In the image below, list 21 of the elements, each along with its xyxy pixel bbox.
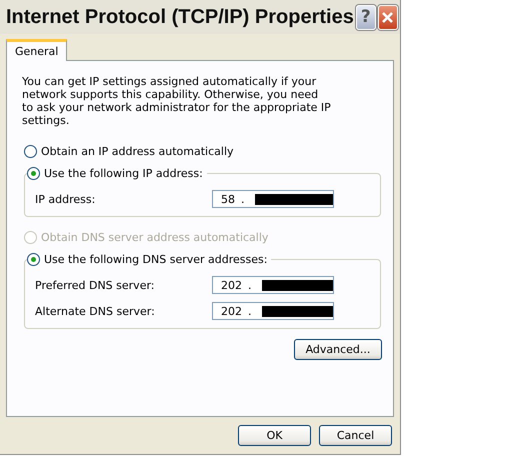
window-title: Internet Protocol (TCP/IP) Properties xyxy=(6,6,354,28)
ip-address-field[interactable]: 202 . xyxy=(212,302,334,320)
ip-address-field[interactable]: 58 . xyxy=(212,190,334,208)
octet-separator: . xyxy=(241,192,244,206)
field-label: Alternate DNS server: xyxy=(35,304,156,318)
advanced-button[interactable]: Advanced... xyxy=(294,339,382,360)
ip-address-field[interactable]: 202 . xyxy=(212,276,334,294)
octet: 58 xyxy=(221,192,235,206)
octet-separator: . xyxy=(248,278,252,292)
octet-separator: . xyxy=(248,304,252,318)
octet: 202 xyxy=(221,304,242,318)
tab[interactable]: General xyxy=(6,39,68,61)
intro-text: You can get IP settings assigned automatically if your network supports this capability. Otherwise, you need to ask your network administrator for the appropriate IP settings. xyxy=(22,75,332,127)
ok-button[interactable]: OK xyxy=(238,425,311,446)
field-label: IP address: xyxy=(35,192,96,206)
octet: 202 xyxy=(221,278,242,292)
close-icon xyxy=(381,10,394,24)
help-button[interactable]: ? xyxy=(356,4,376,30)
field-label: Preferred DNS server: xyxy=(35,278,156,292)
cancel-button[interactable]: Cancel xyxy=(319,425,392,446)
close-button[interactable] xyxy=(378,4,398,30)
